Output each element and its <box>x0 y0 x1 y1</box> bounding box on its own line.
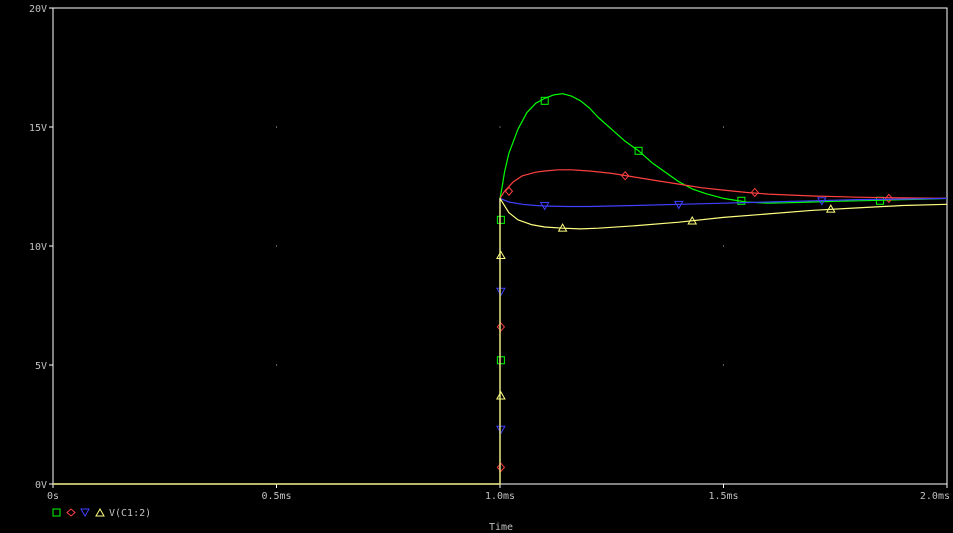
grid-dot <box>723 364 724 366</box>
transient-plot: 0V 5V 10V 15V 20V 0s 0.5ms 1.0ms 1.5ms 2.0ms V(C… <box>0 0 953 533</box>
grid-dot <box>276 245 277 247</box>
grid-dot <box>276 126 277 128</box>
x-tick-label: 1.5ms <box>708 491 738 502</box>
plot-background <box>0 0 953 533</box>
legend-label: V(C1:2) <box>109 508 151 519</box>
grid-dot <box>723 126 724 128</box>
y-tick-label: 20V <box>29 4 47 15</box>
x-axis-label: Time <box>489 522 513 533</box>
grid-dot <box>499 126 501 128</box>
y-tick-label: 15V <box>29 123 47 134</box>
y-tick-label: 10V <box>29 242 47 253</box>
grid-dot <box>723 245 724 247</box>
x-tick-label: 0.5ms <box>261 491 291 502</box>
y-tick-label: 0V <box>35 480 47 491</box>
x-tick-label: 0s <box>47 491 59 502</box>
x-tick-label: 2.0ms <box>920 491 950 502</box>
grid-dot <box>276 364 277 366</box>
x-tick-label: 1.0ms <box>485 491 515 502</box>
y-tick-label: 5V <box>35 361 47 372</box>
